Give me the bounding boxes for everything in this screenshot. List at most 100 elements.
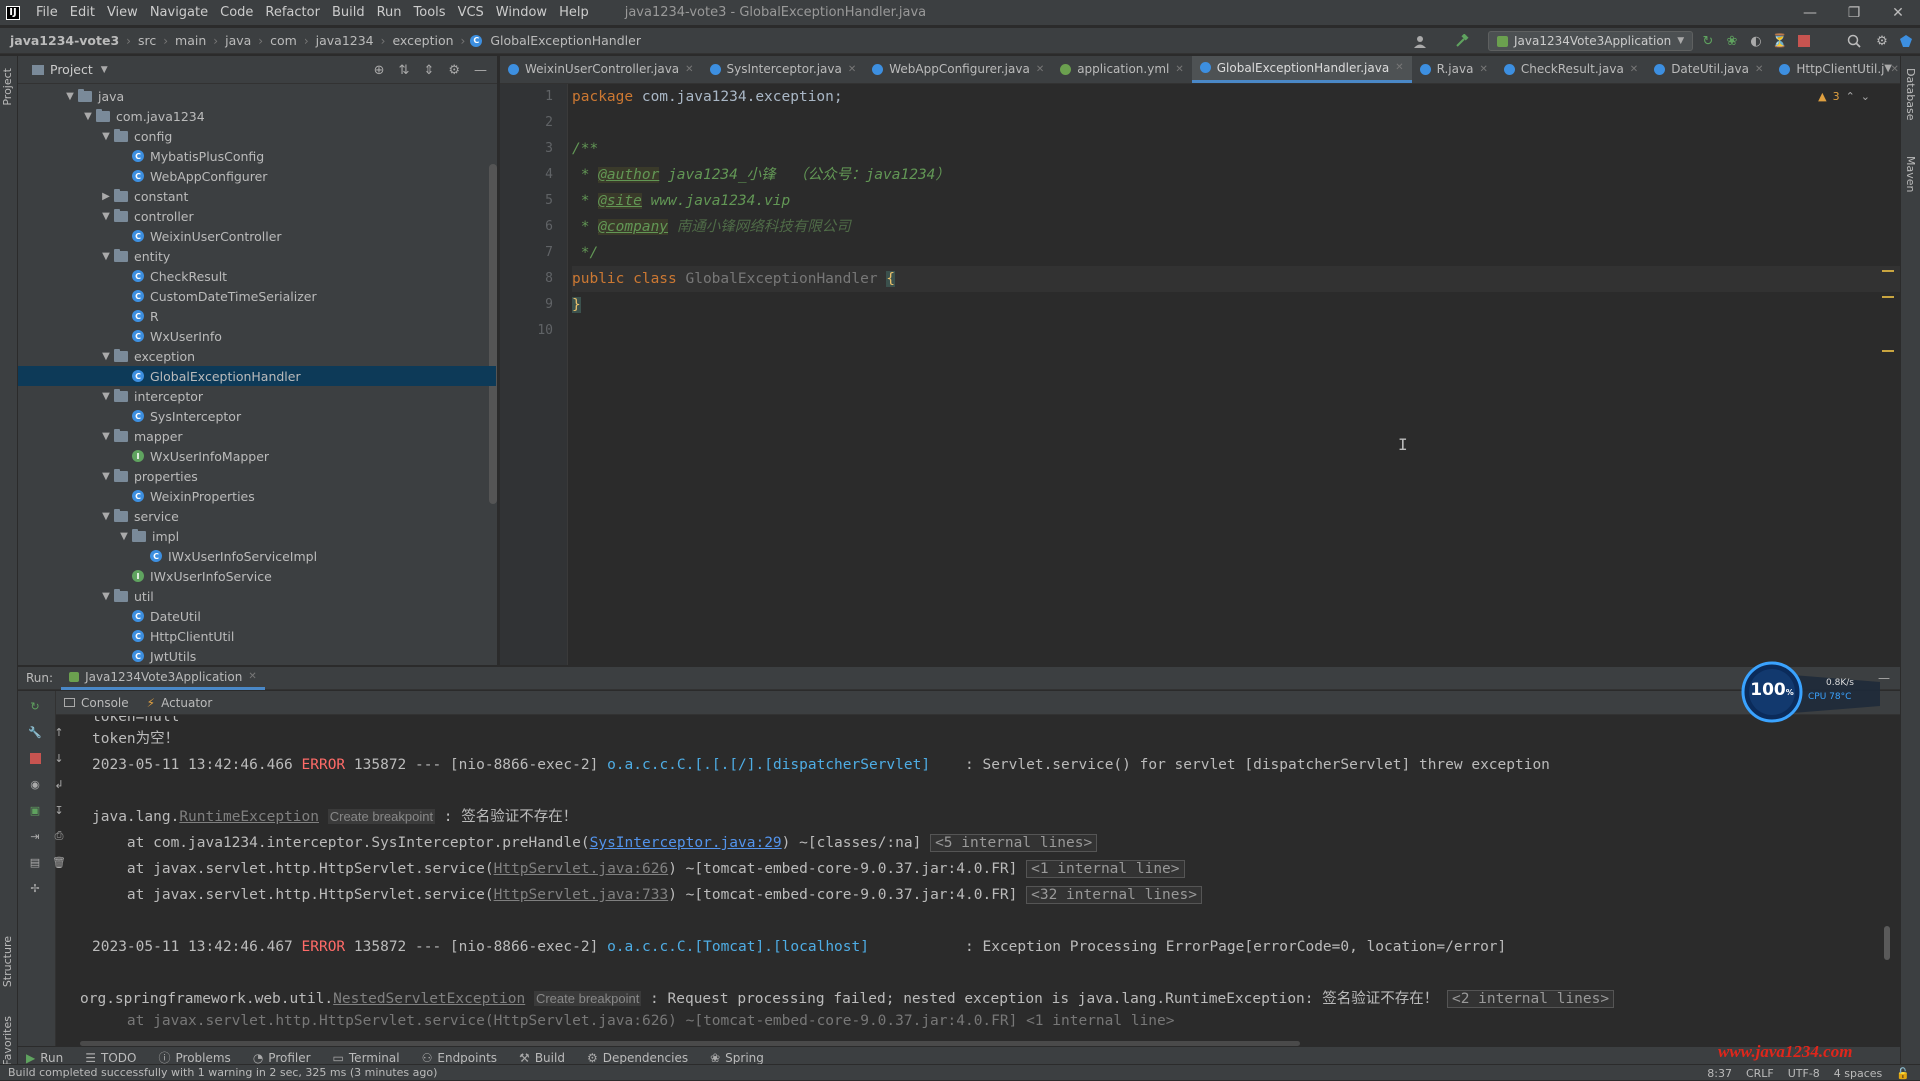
- performance-monitor-widget[interactable]: 100% 0.8K/s CPU 78°C: [1740, 660, 1890, 724]
- menu-item-window[interactable]: Window: [490, 5, 553, 20]
- line-number[interactable]: 3: [523, 141, 553, 156]
- layout-icon[interactable]: ▤: [28, 855, 42, 869]
- stacktrace-link[interactable]: HttpServlet.java:626: [494, 861, 669, 877]
- tree-item[interactable]: ▼ mapper: [18, 426, 496, 446]
- tree-item[interactable]: ▶ constant: [18, 186, 496, 206]
- breadcrumb-item[interactable]: java1234-vote3: [8, 33, 121, 48]
- wrench-icon[interactable]: 🔧: [28, 725, 42, 739]
- close-tab-icon[interactable]: ✕: [1395, 62, 1403, 73]
- stop-icon[interactable]: [1796, 33, 1812, 49]
- menu-item-build[interactable]: Build: [326, 5, 371, 20]
- warning-stripe-marker[interactable]: [1882, 270, 1894, 272]
- menu-item-help[interactable]: Help: [553, 5, 595, 20]
- chevron-down-icon[interactable]: ▼: [62, 91, 78, 102]
- tool-window-build[interactable]: ⚒ Build: [519, 1051, 565, 1065]
- menu-item-tools[interactable]: Tools: [408, 5, 452, 20]
- line-number[interactable]: 4: [523, 167, 553, 182]
- lock-icon[interactable]: 🔓: [1896, 1067, 1910, 1080]
- chevron-down-icon[interactable]: ▼: [98, 211, 114, 222]
- search-icon[interactable]: [1846, 33, 1862, 49]
- close-tab-icon[interactable]: ✕: [1036, 64, 1044, 75]
- locate-target-icon[interactable]: ⊕: [374, 63, 385, 78]
- chevron-right-icon[interactable]: ▶: [98, 191, 114, 202]
- line-number[interactable]: 2: [523, 115, 553, 130]
- profile-icon[interactable]: ⏳: [1772, 33, 1788, 49]
- scroll-to-end-icon[interactable]: ↧: [52, 803, 66, 817]
- file-encoding[interactable]: UTF-8: [1788, 1067, 1820, 1080]
- tool-window-dependencies[interactable]: ⚙ Dependencies: [587, 1051, 688, 1065]
- build-hammer-icon[interactable]: [1454, 33, 1470, 49]
- editor-tab[interactable]: WeixinUserController.java ✕: [500, 56, 702, 83]
- close-tab-icon[interactable]: ✕: [848, 64, 856, 75]
- close-tab-icon[interactable]: ✕: [685, 64, 693, 75]
- tool-window-run[interactable]: ▶ Run: [26, 1051, 63, 1065]
- line-number[interactable]: 9: [523, 297, 553, 312]
- hide-panel-icon[interactable]: —: [474, 63, 487, 78]
- tab-actuator[interactable]: ⚡ Actuator: [147, 696, 213, 710]
- menu-item-code[interactable]: Code: [214, 5, 259, 20]
- editor-tab[interactable]: CheckResult.java ✕: [1496, 56, 1646, 83]
- tree-item[interactable]: CR: [18, 306, 496, 326]
- chevron-down-icon[interactable]: ▼: [98, 351, 114, 362]
- user-icon[interactable]: [1412, 33, 1428, 49]
- tree-item[interactable]: C WxUserInfo: [18, 326, 496, 346]
- line-number[interactable]: 7: [523, 245, 553, 260]
- exit-icon[interactable]: ⇥: [28, 829, 42, 843]
- internal-lines-fold[interactable]: <2 internal lines>: [1446, 990, 1615, 1008]
- print-icon[interactable]: ⎙: [52, 829, 66, 843]
- chevron-down-icon[interactable]: ▼: [98, 471, 114, 482]
- menu-item-refactor[interactable]: Refactor: [259, 5, 326, 20]
- breadcrumb-item[interactable]: java1234: [314, 33, 376, 48]
- tree-item[interactable]: I WxUserInfoMapper: [18, 446, 496, 466]
- console-output[interactable]: token=null token为空！ 2023-05-11 13:42:46.…: [80, 716, 1900, 1046]
- warning-stripe-marker[interactable]: [1882, 296, 1894, 298]
- maven-tool-button[interactable]: Maven: [1904, 156, 1917, 192]
- chevron-down-icon[interactable]: ▼: [98, 391, 114, 402]
- inspection-widget[interactable]: ▲ 3 ⌃ ⌄: [1818, 90, 1870, 103]
- internal-lines-fold[interactable]: <32 internal lines>: [1026, 886, 1202, 904]
- tree-item[interactable]: C CheckResult: [18, 266, 496, 286]
- pin-icon[interactable]: ✢: [28, 881, 42, 895]
- line-number[interactable]: 10: [523, 323, 553, 338]
- warning-stripe-marker[interactable]: [1882, 350, 1894, 352]
- indent-setting[interactable]: 4 spaces: [1834, 1067, 1883, 1080]
- line-number[interactable]: 1: [523, 89, 553, 104]
- breadcrumb-item[interactable]: exception: [390, 33, 455, 48]
- menu-item-run[interactable]: Run: [371, 5, 408, 20]
- tab-console[interactable]: Console: [64, 696, 129, 710]
- editor-tab[interactable]: R.java ✕: [1412, 56, 1496, 83]
- editor-tab[interactable]: HttpClientUtil.j ✕: [1771, 56, 1900, 83]
- tree-item[interactable]: ▼ impl: [18, 526, 496, 546]
- next-highlight-icon[interactable]: ⌄: [1861, 90, 1870, 103]
- editor-tab[interactable]: DateUtil.java ✕: [1646, 56, 1771, 83]
- internal-lines-fold[interactable]: <5 internal lines>: [930, 834, 1098, 852]
- tree-item[interactable]: C SysInterceptor: [18, 406, 496, 426]
- close-tab-icon[interactable]: ✕: [1479, 64, 1487, 75]
- tool-window-spring[interactable]: ❀ Spring: [710, 1051, 764, 1065]
- menu-item-vcs[interactable]: VCS: [452, 5, 490, 20]
- create-breakpoint-link[interactable]: Create breakpoint: [327, 809, 436, 824]
- settings-gear-icon[interactable]: ⚙: [1874, 33, 1890, 49]
- plugin-icon[interactable]: [1898, 33, 1914, 49]
- breadcrumb-item[interactable]: src: [136, 33, 158, 48]
- chevron-down-icon[interactable]: ▼: [98, 511, 114, 522]
- tree-item[interactable]: C MybatisPlusConfig: [18, 146, 496, 166]
- menu-item-navigate[interactable]: Navigate: [144, 5, 214, 20]
- debug-icon[interactable]: ❀: [1724, 33, 1740, 49]
- chevron-down-icon[interactable]: ▼: [98, 431, 114, 442]
- line-separator[interactable]: CRLF: [1746, 1067, 1774, 1080]
- tree-item[interactable]: C JwtUtils: [18, 646, 496, 665]
- tree-item[interactable]: C IWxUserInfoServiceImpl: [18, 546, 496, 566]
- editor-tab[interactable]: SysInterceptor.java ✕: [702, 56, 865, 83]
- prev-highlight-icon[interactable]: ⌃: [1846, 90, 1855, 103]
- trash-icon[interactable]: 🗑: [52, 855, 66, 869]
- chevron-down-icon[interactable]: ▼: [80, 111, 96, 122]
- caret-position[interactable]: 8:37: [1707, 1067, 1732, 1080]
- tree-item[interactable]: ▼ config: [18, 126, 496, 146]
- rerun-icon[interactable]: ↻: [1700, 33, 1716, 49]
- up-arrow-icon[interactable]: ↑: [52, 725, 66, 739]
- editor-tab[interactable]: GlobalExceptionHandler.java ✕: [1191, 56, 1412, 83]
- close-tab-icon[interactable]: ✕: [1175, 64, 1183, 75]
- breadcrumb-item[interactable]: java: [223, 33, 253, 48]
- breadcrumb-item[interactable]: GlobalExceptionHandler: [488, 33, 643, 48]
